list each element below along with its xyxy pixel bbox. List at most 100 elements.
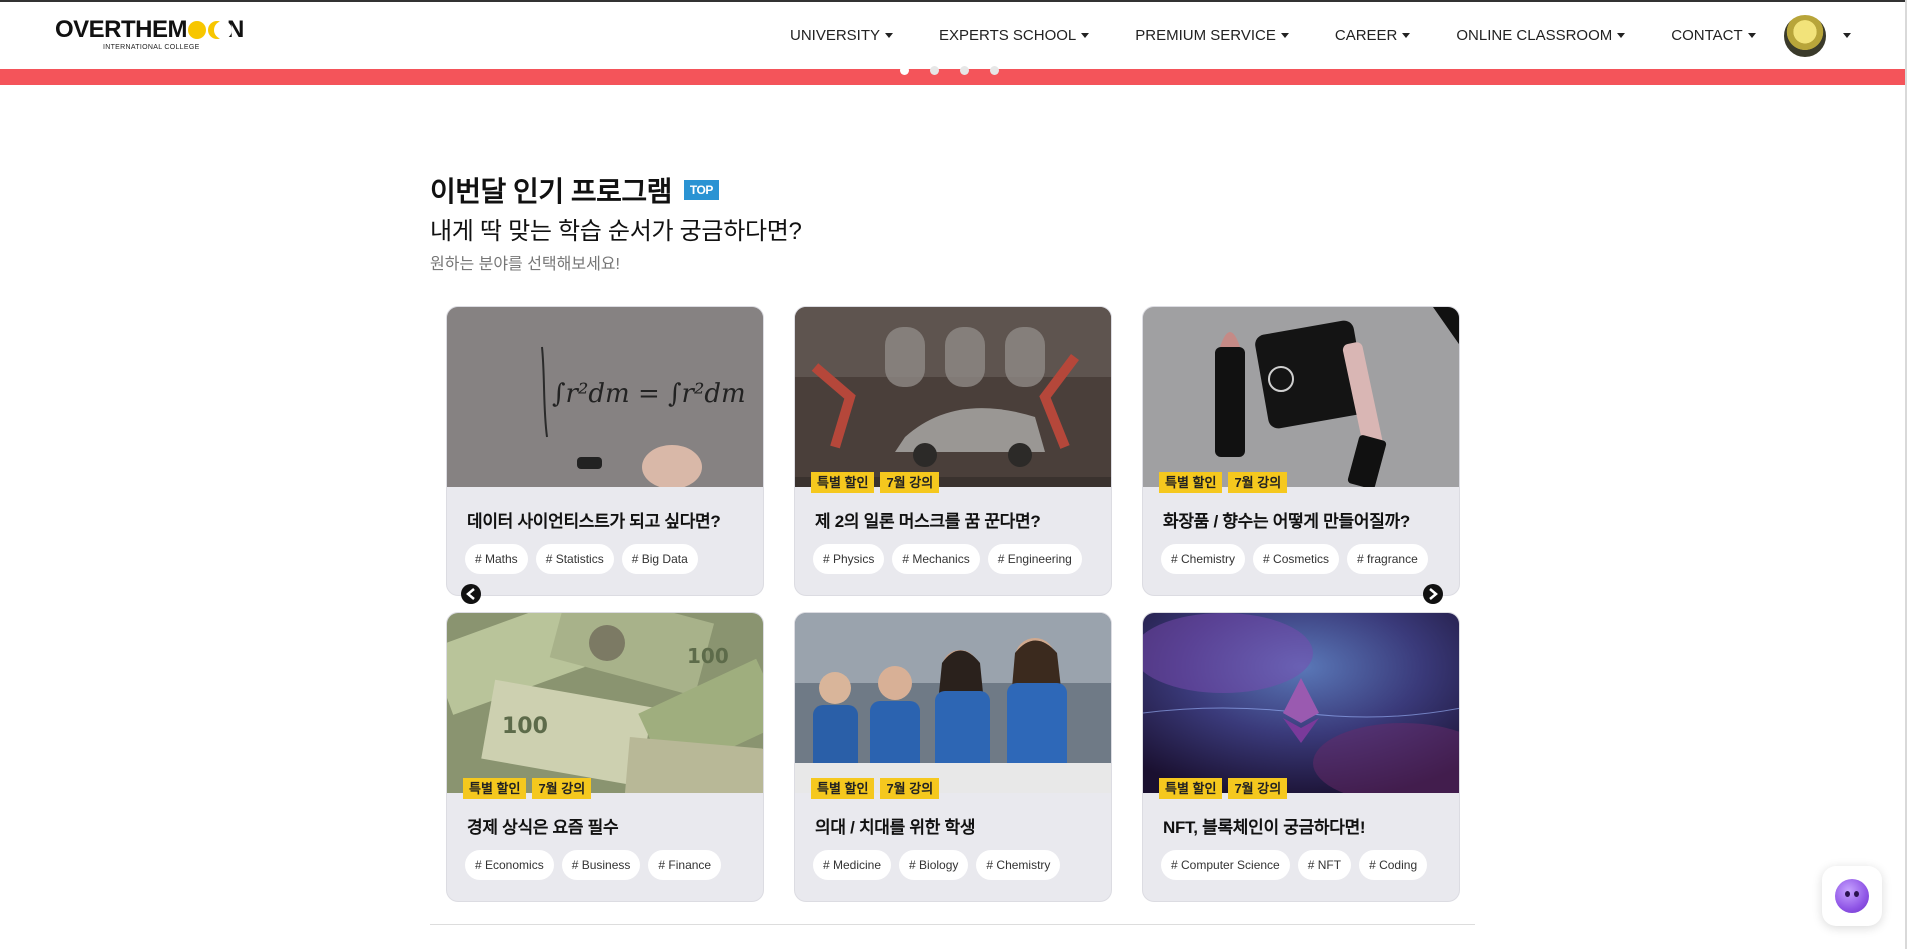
program-card-medicine[interactable]: 특별 할인 7월 강의 의대 / 치대를 위한 학생 # Medicine # … xyxy=(794,612,1112,902)
card-image-whiteboard: ∫r²dm = ∫r²dm xyxy=(447,307,763,487)
logo-moon-half-icon xyxy=(208,21,233,39)
nav-university-label: UNIVERSITY xyxy=(790,27,881,44)
carousel-prev-button[interactable] xyxy=(461,584,481,604)
card-badges: 특별 할인 7월 강의 xyxy=(463,778,597,799)
nav-online-classroom[interactable]: ONLINE CLASSROOM xyxy=(1456,27,1626,44)
svg-text:100: 100 xyxy=(502,714,548,739)
logo-text-start: OVERTHEM xyxy=(55,16,188,43)
carousel-dot[interactable] xyxy=(960,66,969,75)
card-image-factory xyxy=(795,307,1111,487)
discount-badge: 특별 할인 xyxy=(811,778,875,799)
nav-online-classroom-label: ONLINE CLASSROOM xyxy=(1456,27,1613,44)
card-title: NFT, 블록체인이 궁금하다면! xyxy=(1163,818,1366,837)
section-title: 이번달 인기 프로그램 TOP xyxy=(430,170,719,210)
card-tags: # Medicine # Biology # Chemistry xyxy=(813,850,1068,880)
month-badge: 7월 강의 xyxy=(1228,472,1288,493)
tag-chip[interactable]: # Physics xyxy=(813,544,885,574)
card-badges: 특별 할인 7월 강의 xyxy=(811,472,945,493)
section-divider xyxy=(430,924,1475,925)
discount-badge: 특별 할인 xyxy=(463,778,527,799)
tag-chip[interactable]: # Finance xyxy=(648,850,722,880)
logo-moon-icon xyxy=(188,21,207,39)
discount-badge: 특별 할인 xyxy=(1159,472,1223,493)
tag-chip[interactable]: # Business xyxy=(561,850,641,880)
tag-chip[interactable]: # Coding xyxy=(1359,850,1428,880)
tag-chip[interactable]: # Cosmetics xyxy=(1253,544,1340,574)
nav-career-label: CAREER xyxy=(1334,27,1398,44)
nav-university[interactable]: UNIVERSITY xyxy=(790,27,894,44)
month-badge: 7월 강의 xyxy=(532,778,592,799)
tag-chip[interactable]: # Big Data xyxy=(621,544,698,574)
card-tags: # Economics # Business # Finance xyxy=(465,850,729,880)
site-logo[interactable]: OVERTHEM N INTERNATIONAL COLLEGE xyxy=(55,18,245,54)
card-title: 화장품 / 향수는 어떻게 만들어질까? xyxy=(1163,512,1410,531)
card-tags: # Physics # Mechanics # Engineering xyxy=(813,544,1090,574)
tag-chip[interactable]: # fragrance xyxy=(1347,544,1428,574)
top-badge: TOP xyxy=(683,180,719,200)
card-title: 의대 / 치대를 위한 학생 xyxy=(815,818,976,837)
logo-wordmark: OVERTHEM N xyxy=(55,18,245,42)
program-card-economics[interactable]: 100 100 특별 할인 7월 강의 경제 상식은 요즘 필수 # Econo… xyxy=(446,612,764,902)
chatbot-ghost-icon xyxy=(1835,879,1869,913)
program-card-data-scientist[interactable]: ∫r²dm = ∫r²dm 데이터 사이언티스트가 되고 싶다면? # Math… xyxy=(446,306,764,596)
card-tags: # Maths # Statistics # Big Data xyxy=(465,544,706,574)
nav-premium-service[interactable]: PREMIUM SERVICE xyxy=(1135,27,1289,44)
tag-chip[interactable]: # Mechanics xyxy=(892,544,980,574)
carousel-dot[interactable] xyxy=(930,66,939,75)
tag-chip[interactable]: # Economics xyxy=(465,850,554,880)
tag-chip[interactable]: # NFT xyxy=(1297,850,1352,880)
card-badges: 특별 할인 7월 강의 xyxy=(1159,472,1293,493)
nav-experts-school-label: EXPERTS SCHOOL xyxy=(939,27,1077,44)
card-image-cosmetics xyxy=(1143,307,1459,487)
caret-down-icon xyxy=(1402,33,1411,38)
nav-premium-service-label: PREMIUM SERVICE xyxy=(1135,27,1276,44)
tag-chip[interactable]: # Chemistry xyxy=(1161,544,1246,574)
logo-subtitle: INTERNATIONAL COLLEGE xyxy=(103,44,200,51)
caret-down-icon xyxy=(1747,33,1756,38)
caret-down-icon xyxy=(1081,33,1090,38)
ghost-eye xyxy=(1845,891,1850,897)
card-title: 제 2의 일론 머스크를 꿈 꾼다면? xyxy=(815,512,1041,531)
chat-widget-button[interactable] xyxy=(1822,866,1882,926)
carousel-dot[interactable] xyxy=(900,66,909,75)
tag-chip[interactable]: # Chemistry xyxy=(976,850,1061,880)
card-badges: 특별 할인 7월 강의 xyxy=(1159,778,1293,799)
tag-chip[interactable]: # Engineering xyxy=(987,544,1082,574)
card-title: 데이터 사이언티스트가 되고 싶다면? xyxy=(467,512,721,531)
tag-chip[interactable]: # Maths xyxy=(465,544,528,574)
section-title-text: 이번달 인기 프로그램 xyxy=(430,176,672,207)
tag-chip[interactable]: # Medicine xyxy=(813,850,892,880)
tag-chip[interactable]: # Statistics xyxy=(535,544,614,574)
month-badge: 7월 강의 xyxy=(880,472,940,493)
carousel-dot[interactable] xyxy=(990,66,999,75)
section-subtitle: 내게 딱 맞는 학습 순서가 궁금하다면? xyxy=(430,218,802,245)
nav-career[interactable]: CAREER xyxy=(1335,27,1411,44)
carousel-next-button[interactable] xyxy=(1423,584,1443,604)
main-menu: UNIVERSITY EXPERTS SCHOOL PREMIUM SERVIC… xyxy=(790,2,1802,69)
program-card-cosmetics[interactable]: 특별 할인 7월 강의 화장품 / 향수는 어떻게 만들어질까? # Chemi… xyxy=(1142,306,1460,596)
svg-text:100: 100 xyxy=(687,644,729,668)
ghost-eye xyxy=(1854,891,1859,897)
caret-down-icon xyxy=(1280,33,1289,38)
card-image-students xyxy=(795,613,1111,793)
month-badge: 7월 강의 xyxy=(1228,778,1288,799)
nav-contact[interactable]: CONTACT xyxy=(1671,27,1756,44)
nav-contact-label: CONTACT xyxy=(1671,27,1743,44)
caret-down-icon xyxy=(1617,33,1626,38)
section-description: 원하는 분야를 선택해보세요! xyxy=(430,256,620,273)
caret-down-icon xyxy=(885,33,894,38)
tag-chip[interactable]: # Biology xyxy=(899,850,969,880)
program-card-elon-musk[interactable]: 특별 할인 7월 강의 제 2의 일론 머스크를 꿈 꾼다면? # Physic… xyxy=(794,306,1112,596)
tag-chip[interactable]: # Computer Science xyxy=(1161,850,1290,880)
card-badges: 특별 할인 7월 강의 xyxy=(811,778,945,799)
user-avatar[interactable] xyxy=(1782,13,1828,59)
card-title: 경제 상식은 요즘 필수 xyxy=(467,818,619,837)
carousel-dots xyxy=(900,66,1020,75)
chevron-right-icon xyxy=(1429,588,1438,600)
svg-text:∫r²dm = ∫r²dm: ∫r²dm = ∫r²dm xyxy=(552,379,746,409)
nav-experts-school[interactable]: EXPERTS SCHOOL xyxy=(939,27,1090,44)
card-image-money: 100 100 xyxy=(447,613,763,793)
program-card-nft[interactable]: 특별 할인 7월 강의 NFT, 블록체인이 궁금하다면! # Computer… xyxy=(1142,612,1460,902)
chevron-left-icon xyxy=(466,588,475,600)
user-menu-caret-icon[interactable] xyxy=(1843,33,1851,38)
